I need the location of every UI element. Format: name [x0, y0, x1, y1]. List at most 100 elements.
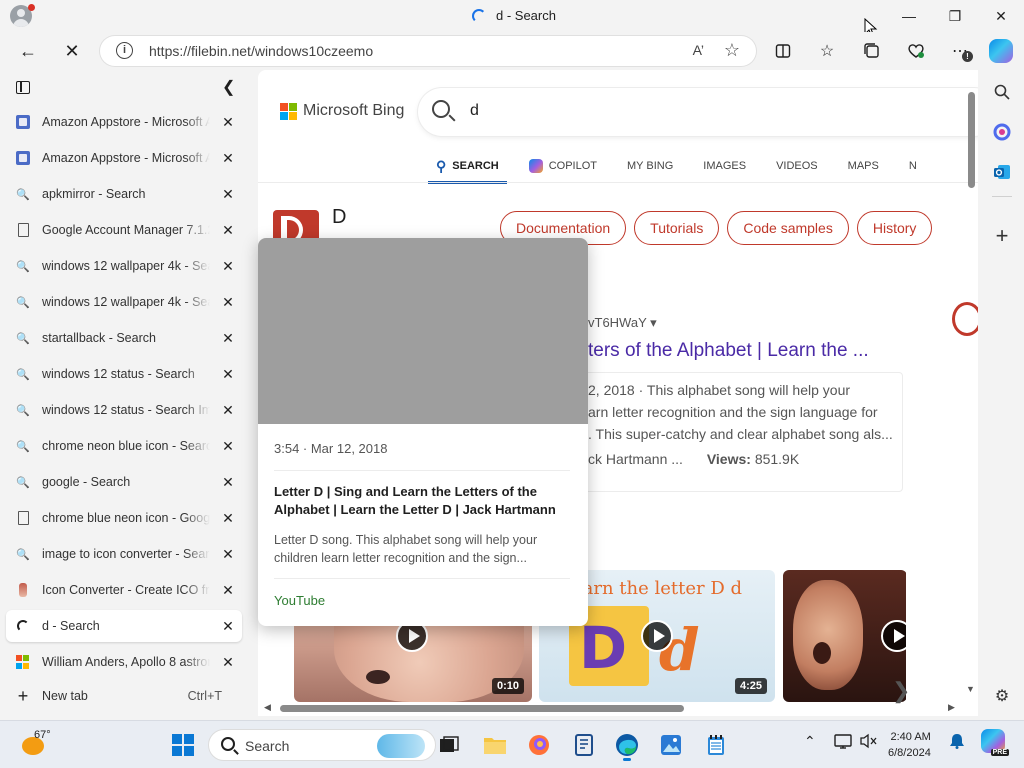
tab-item[interactable]: Amazon Appstore - Microsoft Ap ✕ — [6, 142, 242, 174]
copilot-taskbar-icon[interactable]: PRE — [981, 729, 1009, 756]
hover-card-title[interactable]: Letter D | Sing and Learn the Letters of… — [274, 483, 574, 519]
scrollbar-thumb[interactable] — [280, 705, 684, 712]
scroll-left-icon[interactable]: ◀ — [264, 702, 271, 713]
stop-loading-button[interactable]: ✕ — [57, 36, 87, 66]
topic-chip[interactable]: History — [856, 211, 933, 245]
nav-tab[interactable]: COPILOT — [521, 150, 605, 182]
video-result-source[interactable]: vT6HWaY ▾ — [588, 315, 657, 331]
close-tab-icon[interactable]: ✕ — [218, 400, 238, 420]
topic-chip[interactable]: Code samples — [727, 211, 849, 245]
copilot-icon[interactable] — [986, 36, 1016, 66]
nav-tab[interactable]: IMAGES — [695, 150, 754, 182]
close-tab-icon[interactable]: ✕ — [218, 436, 238, 456]
video-hover-card[interactable]: 3:54 · Mar 12, 2018 Letter D | Sing and … — [258, 238, 588, 626]
nav-tab[interactable]: VIDEOS — [768, 150, 826, 182]
tab-item[interactable]: 🔍 image to icon converter - Search ✕ — [6, 538, 242, 570]
firefox-icon[interactable] — [523, 729, 555, 761]
nav-tab[interactable]: MAPS — [840, 150, 887, 182]
scroll-right-icon[interactable]: ▶ — [948, 702, 955, 713]
result-heading[interactable]: D — [332, 206, 346, 229]
video-thumbnail[interactable] — [783, 570, 906, 702]
photos-app-icon[interactable] — [655, 729, 687, 761]
address-bar[interactable]: i https://filebin.net/windows10czeemo A’… — [100, 36, 756, 66]
tab-item[interactable]: William Anders, Apollo 8 astronaut ✕ — [6, 646, 242, 678]
bing-search-box[interactable]: d — [418, 88, 978, 136]
split-screen-icon[interactable] — [768, 36, 798, 66]
close-tab-icon[interactable]: ✕ — [218, 364, 238, 384]
start-button[interactable] — [172, 734, 194, 756]
system-clock[interactable]: 2:40 AM 6/8/2024 — [888, 729, 931, 761]
tab-item[interactable]: Google Account Manager 7.1.2 ✕ — [6, 214, 242, 246]
page-vertical-scrollbar[interactable]: ▼ — [966, 80, 976, 696]
minimize-button[interactable]: — — [886, 0, 932, 32]
tab-item[interactable]: 🔍 chrome neon blue icon - Search ✕ — [6, 430, 242, 462]
tab-item[interactable]: 🔍 startallback - Search ✕ — [6, 322, 242, 354]
url-text[interactable]: https://filebin.net/windows10czeemo — [149, 43, 373, 59]
hover-card-source[interactable]: YouTube — [274, 593, 325, 608]
tab-item[interactable]: 🔍 windows 12 wallpaper 4k - Search ✕ — [6, 250, 242, 282]
scroll-down-icon[interactable]: ▼ — [966, 684, 975, 694]
tab-item[interactable]: chrome blue neon icon - Google ✕ — [6, 502, 242, 534]
tab-list-scrollbar[interactable] — [245, 80, 249, 640]
tab-item[interactable]: 🔍 google - Search ✕ — [6, 466, 242, 498]
tab-item[interactable]: 🔍 windows 12 status - Search ✕ — [6, 358, 242, 390]
volume-muted-icon[interactable] — [860, 733, 878, 752]
close-tab-icon[interactable]: ✕ — [218, 148, 238, 168]
close-tab-icon[interactable]: ✕ — [218, 580, 238, 600]
sidebar-search-icon[interactable] — [990, 80, 1014, 104]
tab-item[interactable]: Amazon Appstore - Microsoft Ap ✕ — [6, 106, 242, 138]
microsoft365-icon[interactable] — [990, 120, 1014, 144]
nav-tab[interactable]: N — [901, 150, 925, 182]
close-tab-icon[interactable]: ✕ — [218, 472, 238, 492]
browser-essentials-icon[interactable] — [901, 36, 931, 66]
close-tab-icon[interactable]: ✕ — [218, 652, 238, 672]
notepad-icon[interactable] — [700, 729, 732, 761]
close-tab-icon[interactable]: ✕ — [218, 292, 238, 312]
search-query[interactable]: d — [470, 102, 479, 120]
back-button[interactable]: ← — [13, 36, 43, 66]
scrollbar-thumb[interactable] — [968, 92, 975, 188]
tab-item[interactable]: 🔍 windows 12 wallpaper 4k - Search ✕ — [6, 286, 242, 318]
network-icon[interactable] — [834, 733, 852, 752]
topic-chip[interactable]: Tutorials — [634, 211, 720, 245]
nav-tab[interactable]: MY BING — [619, 150, 681, 182]
close-tab-icon[interactable]: ✕ — [218, 328, 238, 348]
close-window-button[interactable]: ✕ — [978, 0, 1024, 32]
tab-actions-icon[interactable] — [16, 81, 30, 94]
taskbar-search-box[interactable]: Search — [208, 729, 436, 761]
task-view-icon[interactable] — [433, 729, 465, 761]
tab-item[interactable]: Icon Converter - Create ICO from ✕ — [6, 574, 242, 606]
close-tab-icon[interactable]: ✕ — [218, 112, 238, 132]
bing-logo[interactable]: Microsoft Bing — [280, 102, 404, 120]
read-aloud-icon[interactable]: A’ — [693, 42, 704, 58]
favorite-star-icon[interactable]: ☆ — [724, 40, 740, 61]
edge-icon[interactable] — [611, 729, 643, 761]
close-tab-icon[interactable]: ✕ — [218, 184, 238, 204]
maximize-button[interactable]: ❐ — [932, 0, 978, 32]
reader-app-icon[interactable] — [568, 729, 600, 761]
close-tab-icon[interactable]: ✕ — [218, 616, 238, 636]
more-menu-icon[interactable]: ⋯! — [945, 36, 975, 66]
close-tab-icon[interactable]: ✕ — [218, 256, 238, 276]
notifications-bell-icon[interactable] — [949, 733, 965, 752]
sidebar-settings-icon[interactable]: ⚙ — [990, 684, 1014, 708]
outlook-icon[interactable] — [990, 160, 1014, 184]
tab-item-active[interactable]: d - Search ✕ — [6, 610, 242, 642]
collections-icon[interactable] — [857, 36, 887, 66]
collapse-pane-icon[interactable]: ❮ — [222, 77, 235, 97]
add-sidebar-app-icon[interactable]: + — [990, 223, 1014, 248]
new-tab-button[interactable]: + New tab Ctrl+T — [6, 680, 242, 712]
favorites-icon[interactable]: ☆ — [812, 36, 842, 66]
video-result-title[interactable]: ters of the Alphabet | Learn the ... — [588, 340, 869, 362]
show-hidden-icons-icon[interactable]: ⌃ — [804, 733, 816, 750]
close-tab-icon[interactable]: ✕ — [218, 220, 238, 240]
tab-item[interactable]: 🔍 windows 12 status - Search Images ✕ — [6, 394, 242, 426]
page-horizontal-scrollbar[interactable]: ◀ ▶ — [258, 700, 962, 716]
hover-card-thumbnail[interactable] — [258, 238, 588, 424]
play-icon[interactable] — [881, 620, 906, 652]
nav-tab[interactable]: ⚲ SEARCH — [428, 150, 507, 184]
tab-item[interactable]: 🔍 apkmirror - Search ✕ — [6, 178, 242, 210]
close-tab-icon[interactable]: ✕ — [218, 544, 238, 564]
close-tab-icon[interactable]: ✕ — [218, 508, 238, 528]
file-explorer-icon[interactable] — [479, 729, 511, 761]
